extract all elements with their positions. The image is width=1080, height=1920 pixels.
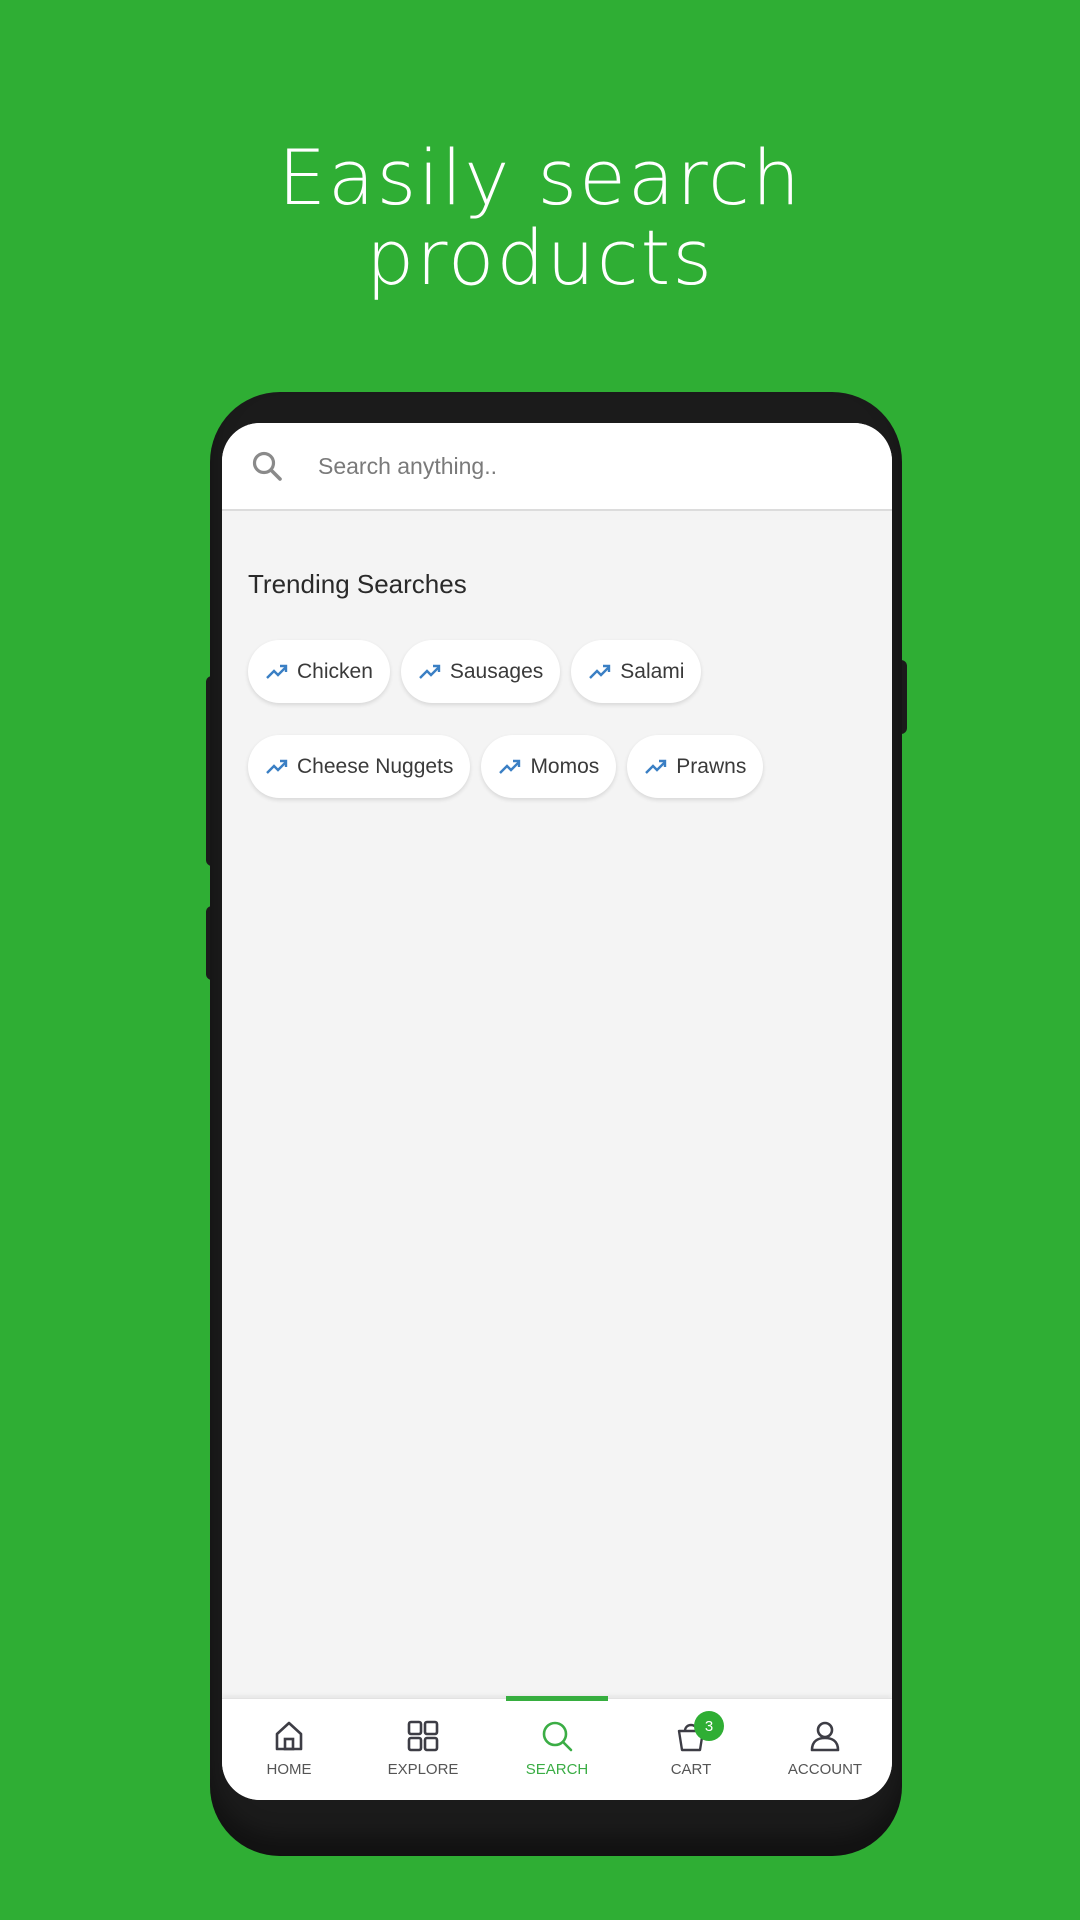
chip-label: Chicken bbox=[297, 659, 373, 683]
nav-item-explore[interactable]: EXPLORE bbox=[356, 1699, 490, 1800]
trending-row-1: Chicken Sausages Salami bbox=[248, 640, 702, 703]
active-tab-indicator bbox=[506, 1696, 608, 1701]
nav-item-home[interactable]: HOME bbox=[222, 1699, 356, 1800]
home-icon bbox=[275, 1721, 303, 1751]
user-icon bbox=[810, 1721, 840, 1752]
bottom-navigation: HOME EXPLORE SEARCH 3 CART ACCOUNT bbox=[222, 1696, 892, 1800]
trending-searches-title: Trending Searches bbox=[248, 569, 467, 599]
trending-up-icon bbox=[589, 664, 611, 679]
nav-label: SEARCH bbox=[525, 1761, 589, 1778]
trending-up-icon bbox=[419, 664, 441, 679]
search-input[interactable] bbox=[316, 451, 840, 481]
trending-up-icon bbox=[499, 759, 521, 774]
headline-line-1: Easily search bbox=[277, 133, 802, 222]
search-bar bbox=[222, 423, 892, 511]
trending-chip-chicken[interactable]: Chicken bbox=[248, 640, 390, 703]
chip-label: Cheese Nuggets bbox=[297, 754, 454, 778]
trending-up-icon bbox=[266, 759, 288, 774]
promo-headline: Easily search products bbox=[0, 138, 1080, 298]
trending-up-icon bbox=[645, 759, 667, 774]
nav-item-account[interactable]: ACCOUNT bbox=[758, 1699, 892, 1800]
trending-up-icon bbox=[266, 664, 288, 679]
chip-label: Sausages bbox=[449, 659, 544, 683]
cart-count-badge: 3 bbox=[694, 1711, 724, 1741]
trending-chip-sausages[interactable]: Sausages bbox=[400, 640, 561, 703]
search-icon bbox=[252, 451, 282, 481]
chip-label: Salami bbox=[620, 659, 685, 683]
search-icon bbox=[542, 1721, 573, 1752]
trending-chip-prawns[interactable]: Prawns bbox=[627, 735, 764, 798]
headline-line-2: products bbox=[366, 213, 714, 302]
nav-label: HOME bbox=[266, 1761, 312, 1778]
trending-chip-momos[interactable]: Momos bbox=[481, 735, 617, 798]
nav-label: CART bbox=[670, 1761, 712, 1778]
chip-label: Momos bbox=[530, 754, 600, 778]
trending-chip-cheese-nuggets[interactable]: Cheese Nuggets bbox=[248, 735, 471, 798]
nav-item-search[interactable]: SEARCH bbox=[490, 1696, 624, 1800]
trending-chip-salami[interactable]: Salami bbox=[571, 640, 702, 703]
nav-item-cart[interactable]: 3 CART bbox=[624, 1699, 758, 1800]
grid-icon bbox=[407, 1720, 439, 1752]
chip-label: Prawns bbox=[676, 754, 747, 778]
nav-label: EXPLORE bbox=[387, 1761, 459, 1778]
phone-screen: Trending Searches Chicken Sausages Salam… bbox=[222, 423, 892, 1800]
nav-label: ACCOUNT bbox=[787, 1761, 863, 1778]
trending-row-2: Cheese Nuggets Momos Prawns bbox=[248, 735, 764, 798]
